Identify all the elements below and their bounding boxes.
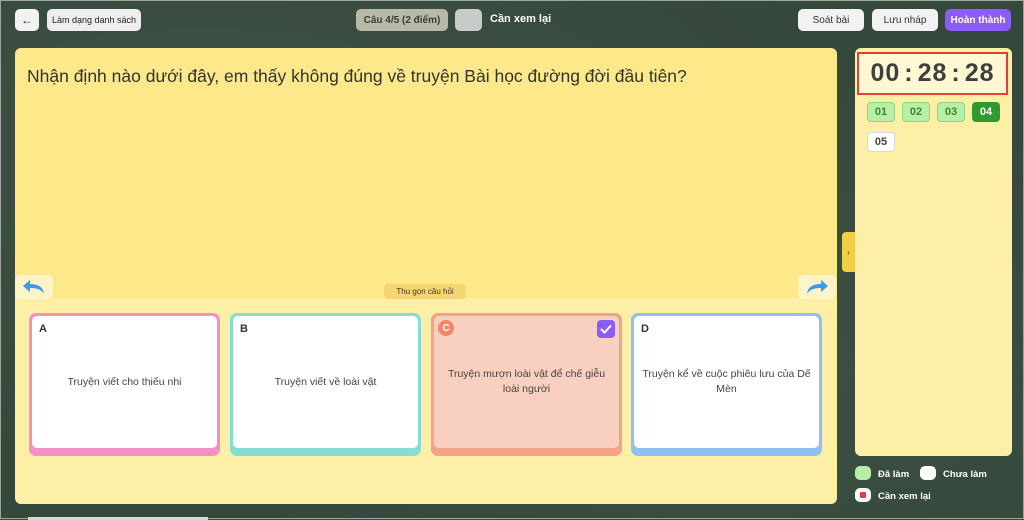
option-text: Truyện kể về cuộc phiêu lưu của Dế Mèn	[642, 368, 811, 395]
prev-question-button[interactable]	[15, 275, 53, 299]
timer-hours: 00	[870, 59, 901, 87]
sidebar-toggle-button[interactable]: ›	[842, 232, 855, 272]
legend-done-label: Đã làm	[878, 469, 910, 480]
answer-option-d[interactable]: D Truyện kể về cuộc phiêu lưu của Dế Mèn	[631, 313, 822, 456]
back-button[interactable]: ←	[15, 9, 39, 31]
chevron-right-icon: ›	[847, 247, 850, 257]
question-nav-04[interactable]: 04	[972, 102, 1000, 122]
flag-icon	[860, 492, 866, 498]
option-letter: C	[438, 320, 454, 336]
legend-done-swatch	[855, 466, 871, 480]
answer-option-b[interactable]: B Truyện viết về loài vật	[230, 313, 421, 456]
timer-separator: :	[951, 59, 961, 87]
answer-option-a[interactable]: A Truyện viết cho thiếu nhi	[29, 313, 220, 456]
question-nav-03[interactable]: 03	[937, 102, 965, 122]
finish-button[interactable]: Hoàn thành	[945, 9, 1011, 31]
timer-minutes: 28	[917, 59, 948, 87]
review-label[interactable]: Cần xem lại	[490, 13, 551, 25]
question-nav-02[interactable]: 02	[902, 102, 930, 122]
question-nav-01[interactable]: 01	[867, 102, 895, 122]
redo-arrow-icon	[807, 280, 828, 294]
list-mode-button[interactable]: Làm dạng danh sách	[47, 9, 141, 31]
legend-todo-label: Chưa làm	[943, 469, 987, 480]
legend-review-label: Cần xem lại	[878, 491, 931, 502]
question-nav-05[interactable]: 05	[867, 132, 895, 152]
timer-separator: :	[904, 59, 914, 87]
option-letter: B	[240, 323, 248, 335]
option-letter: D	[641, 323, 649, 335]
save-draft-button[interactable]: Lưu nháp	[872, 9, 938, 31]
option-text: Truyện viết về loài vật	[274, 375, 377, 388]
option-text: Truyện viết cho thiếu nhi	[67, 375, 182, 388]
check-button[interactable]: Soát bài	[798, 9, 864, 31]
question-counter: Câu 4/5 (2 điểm)	[356, 9, 448, 31]
legend-review-swatch	[855, 488, 871, 502]
option-text: Truyện mượn loài vật để chế giễu loài ng…	[447, 368, 606, 395]
timer-seconds: 28	[964, 59, 995, 87]
option-letter: A	[39, 323, 47, 335]
countdown-timer: 00 : 28 : 28	[857, 52, 1008, 95]
collapse-question-button[interactable]: Thu gọn câu hỏi	[384, 284, 466, 299]
arrow-left-icon: ←	[21, 13, 33, 27]
selected-check-icon	[597, 320, 615, 338]
legend-todo-swatch	[920, 466, 936, 480]
undo-arrow-icon	[23, 280, 44, 294]
question-text: Nhận định nào dưới đây, em thấy không đú…	[27, 66, 687, 86]
answer-option-c[interactable]: C Truyện mượn loài vật để chế giễu loài …	[431, 313, 622, 456]
next-question-button[interactable]	[798, 275, 836, 299]
review-checkbox[interactable]	[455, 9, 482, 31]
